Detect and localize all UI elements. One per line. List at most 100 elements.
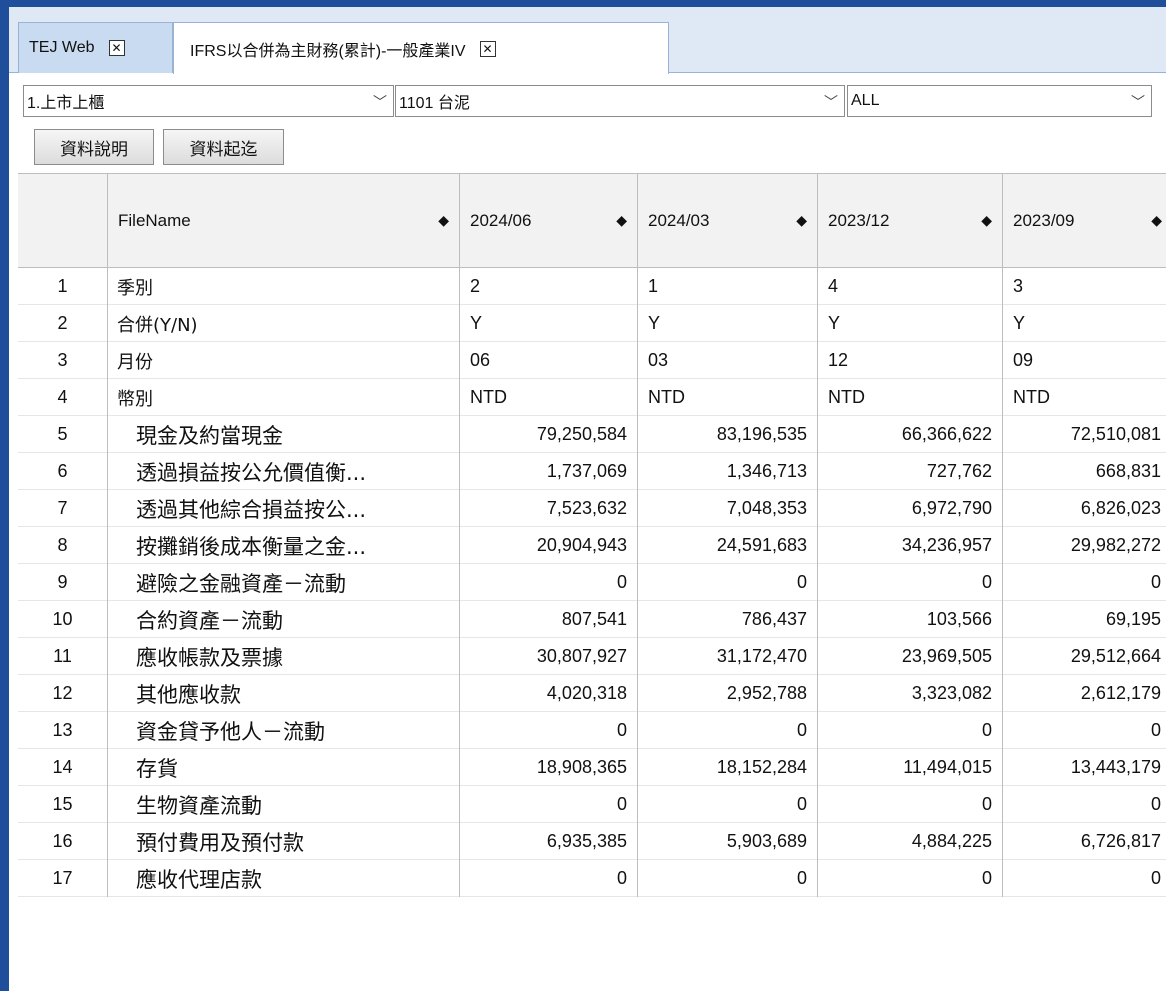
header-period-label: 2023/12 (828, 211, 890, 230)
header-period-label: 2024/03 (648, 211, 710, 230)
table-row[interactable]: 17 應收代理店款 0 0 0 0 (18, 860, 1166, 897)
row-index: 12 (18, 675, 108, 712)
market-select[interactable]: 1.上市上櫃 ﹀ (23, 85, 394, 117)
row-value-cell: 3,323,082 (818, 675, 1003, 712)
row-value-cell: 6,972,790 (818, 490, 1003, 527)
header-period[interactable]: 2024/06 ◆ (460, 174, 638, 268)
company-select-value: 1101 台泥 (399, 95, 470, 112)
header-period-label: 2024/06 (470, 211, 532, 230)
row-value-cell: 0 (1150, 868, 1161, 888)
table-row[interactable]: 9 避險之金融資產－流動 0 0 0 0 (18, 564, 1166, 601)
row-filename: 按攤銷後成本衡量之金... (108, 527, 460, 564)
row-value-cell: 34,236,957 (818, 527, 1003, 564)
row-value-cell: 29,512,664 (1070, 646, 1161, 666)
row-value-cell: 103,566 (818, 601, 1003, 638)
data-grid: FileName ◆ 2024/06 ◆ 2024/03 ◆ 2023/12 ◆… (18, 173, 1166, 991)
header-filename[interactable]: FileName ◆ (108, 174, 460, 268)
row-value-cell: 0 (638, 786, 818, 823)
row-index: 4 (18, 379, 108, 416)
chevron-down-icon[interactable]: ﹀ (1131, 92, 1145, 112)
row-value-cell: 18,908,365 (460, 749, 638, 786)
row-value-cell: 29,982,272 (1070, 535, 1161, 555)
row-value-cell: Y (1013, 313, 1026, 333)
row-index: 11 (18, 638, 108, 675)
row-value-cell: 20,904,943 (460, 527, 638, 564)
row-value-cell: 6,826,023 (1080, 498, 1161, 518)
row-index: 17 (18, 860, 108, 897)
row-value-cell: 4 (818, 268, 1003, 305)
row-index: 15 (18, 786, 108, 823)
tab-ifrs-financial[interactable]: IFRS以合併為主財務(累計)-一般產業IV ✕ (173, 22, 669, 74)
table-row[interactable]: 8 按攤銷後成本衡量之金... 20,904,943 24,591,683 34,236… (18, 527, 1166, 564)
table-row[interactable]: 12 其他應收款 4,020,318 2,952,788 3,323,082 2,612,… (18, 675, 1166, 712)
chevron-down-icon[interactable]: ﹀ (373, 92, 387, 112)
row-value-cell: NTD (818, 379, 1003, 416)
row-value-cell: 2,952,788 (638, 675, 818, 712)
header-period[interactable]: 2023/09 ◆ (1003, 174, 1166, 268)
row-filename: 合約資產－流動 (108, 601, 460, 638)
row-value-cell: 668,831 (1095, 461, 1161, 481)
row-value-cell: 0 (1150, 720, 1161, 740)
row-value-cell: 30,807,927 (460, 638, 638, 675)
row-value-cell: 7,523,632 (460, 490, 638, 527)
row-value-cell: NTD (460, 379, 638, 416)
sort-icon[interactable]: ◆ (438, 212, 449, 229)
table-row[interactable]: 11 應收帳款及票據 30,807,927 31,172,470 23,969,505 2… (18, 638, 1166, 675)
table-row[interactable]: 14 存貨 18,908,365 18,152,284 11,494,015 13,443… (18, 749, 1166, 786)
tab-tej-web[interactable]: TEJ Web ✕ (18, 22, 173, 73)
company-select[interactable]: 1101 台泥 ﹀ (395, 85, 845, 117)
grid-header: FileName ◆ 2024/06 ◆ 2024/03 ◆ 2023/12 ◆… (18, 174, 1166, 268)
table-row[interactable]: 15 生物資產流動 0 0 0 0 (18, 786, 1166, 823)
row-value-cell: 69,195 (1105, 609, 1161, 629)
table-row[interactable]: 7 透過其他綜合損益按公... 7,523,632 7,048,353 6,972,79… (18, 490, 1166, 527)
row-value-cell: 31,172,470 (638, 638, 818, 675)
row-filename: 季別 (108, 268, 460, 305)
sort-icon[interactable]: ◆ (1151, 212, 1162, 229)
row-value-cell: 0 (1150, 572, 1161, 592)
row-index: 3 (18, 342, 108, 379)
row-index: 10 (18, 601, 108, 638)
header-filename-label: FileName (118, 211, 191, 230)
table-row[interactable]: 1 季別 2 1 4 3 (18, 268, 1166, 305)
table-row[interactable]: 2 合併(Y/N) Y Y Y Y (18, 305, 1166, 342)
row-index: 16 (18, 823, 108, 860)
row-index: 1 (18, 268, 108, 305)
row-filename: 透過其他綜合損益按公... (108, 490, 460, 527)
row-value-cell: 0 (1150, 794, 1161, 814)
row-value-cell: 72,510,081 (1070, 424, 1161, 444)
sort-icon[interactable]: ◆ (981, 212, 992, 229)
chevron-down-icon[interactable]: ﹀ (824, 92, 838, 112)
row-value-cell: 79,250,584 (460, 416, 638, 453)
table-row[interactable]: 13 資金貸予他人－流動 0 0 0 0 (18, 712, 1166, 749)
tab-bar: TEJ Web ✕ IFRS以合併為主財務(累計)-一般產業IV ✕ (9, 7, 1166, 74)
table-row[interactable]: 3 月份 06 03 12 09 (18, 342, 1166, 379)
row-value-cell: Y (638, 305, 818, 342)
row-value-cell: 1 (638, 268, 818, 305)
close-icon[interactable]: ✕ (479, 40, 496, 57)
table-row[interactable]: 6 透過損益按公允價值衡... 1,737,069 1,346,713 727,762 6… (18, 453, 1166, 490)
header-period[interactable]: 2024/03 ◆ (638, 174, 818, 268)
table-row[interactable]: 10 合約資產－流動 807,541 786,437 103,566 69,195 (18, 601, 1166, 638)
header-period[interactable]: 2023/12 ◆ (818, 174, 1003, 268)
filter-select-value: ALL (851, 92, 880, 109)
row-value-cell: 0 (818, 860, 1003, 897)
table-row[interactable]: 16 預付費用及預付款 6,935,385 5,903,689 4,884,225 6,7… (18, 823, 1166, 860)
row-value-cell: 0 (638, 860, 818, 897)
filter-select[interactable]: ALL ﹀ (847, 85, 1152, 117)
sort-icon[interactable]: ◆ (796, 212, 807, 229)
row-index: 13 (18, 712, 108, 749)
row-value-cell: 2 (460, 268, 638, 305)
data-range-button[interactable]: 資料起迄 (163, 129, 284, 165)
row-value-cell: 7,048,353 (638, 490, 818, 527)
row-value-cell: 0 (818, 712, 1003, 749)
close-icon[interactable]: ✕ (108, 40, 125, 56)
row-value-cell: Y (460, 305, 638, 342)
row-index: 5 (18, 416, 108, 453)
app-window: TEJ Web ✕ IFRS以合併為主財務(累計)-一般產業IV ✕ 1.上市上… (9, 7, 1166, 991)
row-value-cell: 0 (460, 786, 638, 823)
data-description-button[interactable]: 資料說明 (34, 129, 154, 165)
table-row[interactable]: 4 幣別 NTD NTD NTD NTD (18, 379, 1166, 416)
table-row[interactable]: 5 現金及約當現金 79,250,584 83,196,535 66,366,622 72… (18, 416, 1166, 453)
row-value-cell: 3 (1013, 276, 1024, 296)
sort-icon[interactable]: ◆ (616, 212, 627, 229)
